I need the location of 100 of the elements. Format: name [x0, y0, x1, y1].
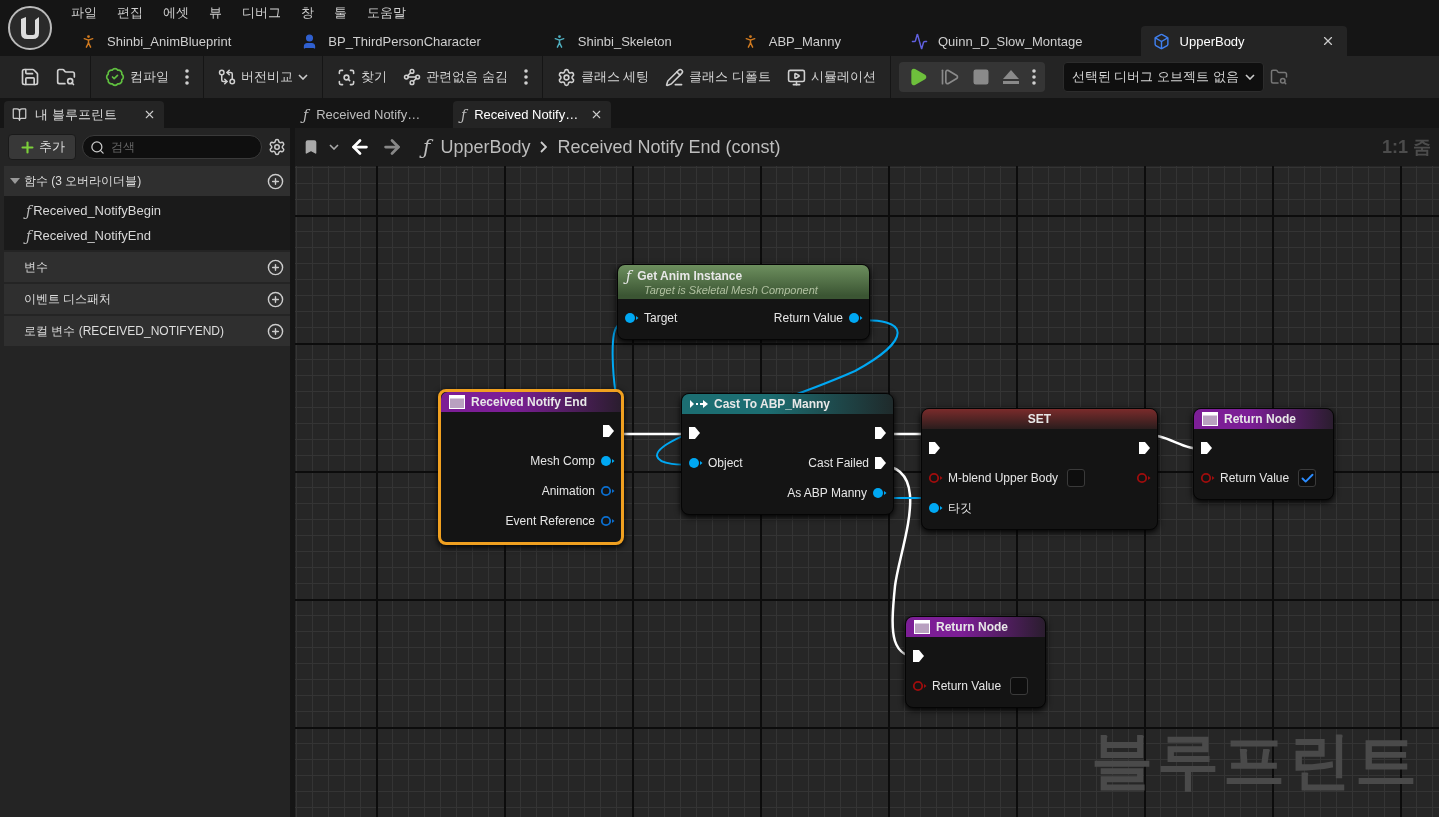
- function-item[interactable]: Received_NotifyEnd: [33, 228, 151, 243]
- menu-item[interactable]: 편집: [108, 2, 152, 24]
- exec-pin-icon[interactable]: [1138, 441, 1151, 455]
- pin-label: Cast Failed: [808, 456, 869, 470]
- panel-tab[interactable]: 내 블루프린트: [4, 101, 164, 128]
- debug-object-dropdown[interactable]: 선택된 디버그 오브젝트 없음: [1062, 62, 1264, 92]
- add-icon[interactable]: [267, 172, 284, 190]
- menu-item[interactable]: 파일: [62, 2, 106, 24]
- exec-pin-icon[interactable]: [602, 424, 615, 438]
- collapse-arrow-icon[interactable]: [10, 177, 20, 185]
- add-icon[interactable]: [267, 290, 284, 308]
- step-icon: [939, 67, 960, 87]
- object-pin-icon[interactable]: [600, 515, 615, 527]
- checkbox[interactable]: [1298, 469, 1317, 487]
- diff-icon: [218, 68, 236, 86]
- more-icon: [523, 69, 528, 85]
- plus-icon: [19, 138, 36, 156]
- object-pin-icon[interactable]: [848, 312, 863, 324]
- more-icon: [185, 69, 189, 85]
- menu-item[interactable]: 도움말: [358, 2, 415, 24]
- forward-arrow-icon[interactable]: [381, 136, 403, 158]
- exec-pin-icon[interactable]: [1200, 441, 1213, 455]
- menu-item[interactable]: 툴: [325, 2, 356, 24]
- exec-pin-icon[interactable]: [928, 441, 941, 455]
- function-item[interactable]: Received_NotifyBegin: [33, 203, 162, 218]
- node-title: SET: [1027, 412, 1052, 426]
- section-header[interactable]: 이벤트 디스패처: [4, 284, 290, 314]
- object-pin-icon[interactable]: [872, 487, 887, 499]
- breadcrumb-link[interactable]: UpperBody: [440, 136, 531, 158]
- more-icon: [1031, 69, 1036, 85]
- menu-item[interactable]: 창: [292, 2, 323, 24]
- pin-label: Return Value: [773, 311, 843, 325]
- toolbar-button[interactable]: 찾기: [331, 63, 393, 91]
- toolbar-button[interactable]: 클래스 세팅: [550, 63, 656, 91]
- pencil-icon: [665, 67, 685, 87]
- section-header[interactable]: 변수: [4, 252, 290, 282]
- checkbox[interactable]: [1010, 677, 1029, 695]
- object-pin-icon[interactable]: [600, 455, 615, 467]
- section-header[interactable]: 함수 (3 오버라이더블): [4, 166, 290, 196]
- exec-pin-icon[interactable]: [874, 456, 887, 470]
- save-icon: [20, 67, 40, 87]
- toolbar-button[interactable]: 클래스 디폴트: [659, 63, 777, 91]
- node-title: Return Node: [1224, 412, 1296, 426]
- pin-label: 타깃: [948, 499, 972, 517]
- settings-icon: [556, 67, 576, 87]
- add-icon[interactable]: [267, 258, 284, 276]
- graph-tab[interactable]: ƒ Received Notify…: [453, 101, 611, 128]
- toolbar-button[interactable]: 시뮬레이션: [780, 63, 882, 91]
- bookmark-icon[interactable]: [303, 139, 319, 155]
- settings-icon[interactable]: [268, 138, 286, 156]
- graph-node[interactable]: Return Node Return Value: [905, 616, 1046, 708]
- exec-pin-icon[interactable]: [874, 426, 887, 440]
- search-icon: [90, 140, 105, 155]
- compile-icon: [105, 67, 125, 87]
- menu-item[interactable]: 에셋: [154, 2, 198, 24]
- folder-search-icon: [56, 67, 76, 87]
- document-tab[interactable]: UpperBody: [1140, 26, 1347, 56]
- logo-icon[interactable]: [7, 5, 53, 51]
- document-tab[interactable]: BP_ThirdPersonCharacter: [289, 26, 493, 56]
- graph-canvas[interactable]: [295, 166, 1439, 817]
- toolbar-button[interactable]: 버전비교: [212, 64, 314, 90]
- pin-label: Event Reference: [505, 514, 595, 528]
- document-tab[interactable]: Shinbi_AnimBlueprint: [68, 26, 244, 56]
- graph-node[interactable]: Return Node Return Value: [1193, 408, 1334, 500]
- graph-node[interactable]: SET M-blend Upper Body 타깃: [921, 408, 1158, 530]
- toolbar-button[interactable]: 컴파일: [99, 63, 175, 91]
- back-arrow-icon[interactable]: [349, 136, 371, 158]
- pin-label: Object: [708, 456, 743, 470]
- document-tab[interactable]: Shinbi_Skeleton: [538, 26, 684, 56]
- node-icon: [1202, 412, 1218, 426]
- cast-icon: [690, 399, 708, 409]
- document-tab[interactable]: ABP_Manny: [729, 26, 853, 56]
- exec-pin-icon[interactable]: [912, 649, 925, 663]
- graph-node[interactable]: ƒ Get Anim Instance Target is Skeletal Mesh Component Target Return Value: [617, 264, 870, 340]
- search-icon: [337, 67, 356, 87]
- section-header[interactable]: 로컬 변수 (RECEIVED_NOTIFYEND): [4, 316, 290, 346]
- close-icon[interactable]: [143, 108, 156, 121]
- add-button[interactable]: 추가: [8, 134, 76, 160]
- caret-icon: [1244, 74, 1255, 80]
- object-pin-icon[interactable]: [928, 502, 943, 514]
- checkbox[interactable]: [1067, 469, 1086, 487]
- pin-label: As ABP Manny: [787, 486, 867, 500]
- caret-icon: [298, 74, 308, 80]
- menu-item[interactable]: 뷰: [200, 2, 231, 24]
- graph-node[interactable]: Received Notify End Mesh Comp Animation Event Reference: [438, 389, 624, 545]
- search-field[interactable]: 검색: [82, 135, 262, 159]
- graph-node[interactable]: Cast To ABP_Manny Object Cast Failed As ABP Manny: [681, 393, 894, 515]
- add-icon[interactable]: [267, 322, 284, 340]
- object-pin-icon[interactable]: [600, 485, 615, 497]
- exec-pin-icon[interactable]: [688, 426, 701, 440]
- eject-icon: [1001, 69, 1020, 85]
- object-pin-icon[interactable]: [624, 312, 639, 324]
- object-pin-icon[interactable]: [688, 457, 703, 469]
- graph-tab[interactable]: ƒ Received Notify…: [295, 101, 453, 128]
- blueprint-icon: [1152, 32, 1170, 50]
- menu-item[interactable]: 디버그: [233, 2, 290, 24]
- document-tab[interactable]: Quinn_D_Slow_Montage: [899, 26, 1095, 56]
- toolbar-button[interactable]: 관련없음 숨김: [397, 64, 514, 90]
- caret-icon[interactable]: [329, 144, 339, 150]
- close-icon[interactable]: [590, 108, 603, 121]
